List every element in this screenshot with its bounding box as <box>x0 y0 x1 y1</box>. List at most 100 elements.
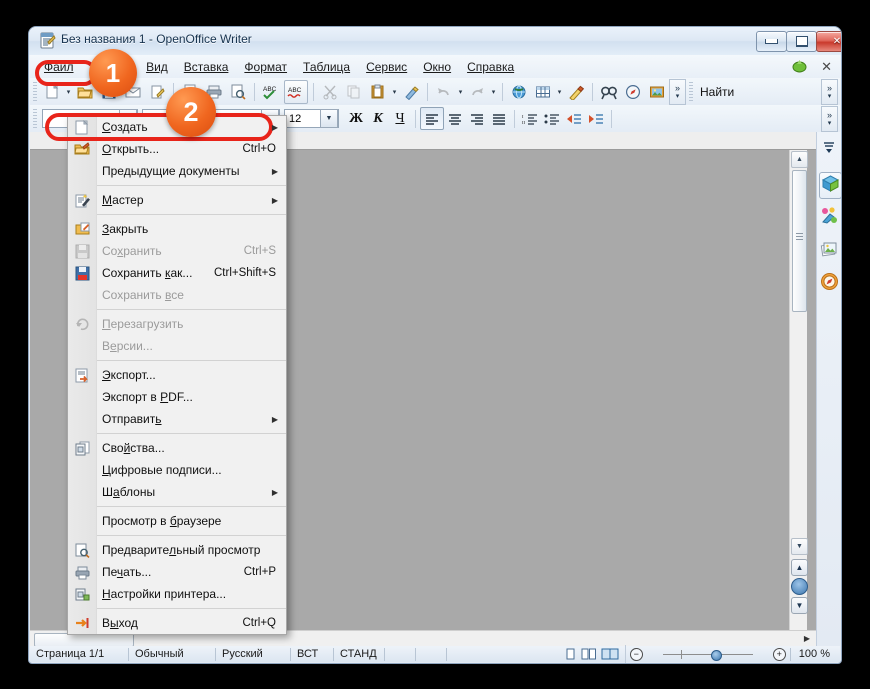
menu-item-recent-documents[interactable]: Предыдущие документы ▶ <box>68 160 286 182</box>
find-toolbar-label[interactable]: Найти <box>696 85 744 99</box>
menu-item-exit[interactable]: Выход Ctrl+Q <box>68 612 286 634</box>
vertical-scrollbar[interactable]: ▲ ▼ ▲ ▼ <box>789 150 808 630</box>
find-toolbar-overflow-button[interactable]: » ▾ <box>821 78 838 105</box>
navigator-icon[interactable] <box>622 81 644 103</box>
scroll-down-button[interactable]: ▼ <box>791 538 808 555</box>
sidebar-item-gallery-images[interactable] <box>819 238 840 263</box>
zoom-level-label[interactable]: 100 % <box>789 647 840 661</box>
zoom-slider-knob[interactable] <box>710 650 722 661</box>
table-icon[interactable] <box>532 81 554 103</box>
menu-item-print-preview[interactable]: Предваритeльный просмотр <box>68 539 286 561</box>
undo-dropdown-icon[interactable]: ▾ <box>456 81 465 103</box>
menu-item-print[interactable]: Печать... Ctrl+P <box>68 561 286 583</box>
menu-tools[interactable]: Сервис <box>358 57 415 77</box>
zoom-slider[interactable] <box>649 648 767 661</box>
autospellcheck-icon[interactable]: ABC <box>284 79 308 104</box>
previous-page-button[interactable]: ▲ <box>791 559 808 576</box>
redo-dropdown-icon[interactable]: ▾ <box>489 81 498 103</box>
sidebar-item-navigator[interactable] <box>819 271 840 296</box>
menu-item-export-pdf[interactable]: Экспорт в PDF... <box>68 386 286 408</box>
spellcheck-icon[interactable]: ABC <box>260 81 282 103</box>
status-modified <box>385 647 416 661</box>
minimize-button[interactable] <box>756 31 787 52</box>
single-page-view-icon[interactable] <box>564 648 577 660</box>
menu-item-open[interactable]: Открыть... Ctrl+O <box>68 138 286 160</box>
menu-insert[interactable]: Вставка <box>176 57 237 77</box>
menu-item-properties[interactable]: Свойства... <box>68 437 286 459</box>
chevron-down-icon[interactable]: ▼ <box>320 109 338 128</box>
maximize-button[interactable] <box>786 31 817 52</box>
menu-help[interactable]: Справка <box>459 57 522 77</box>
clone-formatting-icon[interactable] <box>400 81 422 103</box>
numbered-list-button[interactable]: I II <box>519 108 541 129</box>
sidebar-item-gallery-cube[interactable] <box>819 172 841 199</box>
find-replace-icon[interactable] <box>598 81 620 103</box>
edit-file-icon[interactable] <box>146 81 168 103</box>
sidebar-settings-icon[interactable] <box>821 140 837 154</box>
menu-table[interactable]: Таблица <box>295 57 358 77</box>
menu-format[interactable]: Формат <box>236 57 295 77</box>
menu-item-close[interactable]: Закрыть <box>68 218 286 240</box>
zoom-out-button[interactable]: − <box>629 647 643 661</box>
zoom-in-button[interactable]: + <box>772 647 786 661</box>
bold-button[interactable]: Ж <box>345 108 367 129</box>
horizontal-scrollbar-thumb[interactable] <box>34 633 134 647</box>
menu-format-label: Формат <box>244 59 288 74</box>
extension-green-icon[interactable] <box>791 58 808 75</box>
draw-functions-icon[interactable] <box>565 81 587 103</box>
hyperlink-icon[interactable] <box>508 81 530 103</box>
menu-item-save[interactable]: Сохранить Ctrl+S <box>68 240 286 262</box>
scroll-right-icon[interactable]: ▶ <box>804 634 810 643</box>
menu-item-preview-in-browser[interactable]: Просмотр в браузере <box>68 510 286 532</box>
decrease-indent-button[interactable] <box>563 108 585 129</box>
navigation-object-button[interactable] <box>791 578 808 595</box>
underline-button[interactable]: Ч <box>389 108 411 129</box>
undo-icon[interactable] <box>433 81 455 103</box>
scroll-up-button[interactable]: ▲ <box>791 151 808 168</box>
print-preview-icon[interactable] <box>227 81 249 103</box>
close-document-button[interactable]: ✕ <box>821 59 832 75</box>
status-selection-mode[interactable]: СТАНД <box>334 647 385 661</box>
menu-item-reload[interactable]: Перезагрузить <box>68 313 286 335</box>
formatting-toolbar-grip[interactable] <box>33 108 37 129</box>
screenshot-root: Без названия 1 - OpenOffice Writer × Фай… <box>0 0 870 689</box>
menu-item-export[interactable]: Экспорт... <box>68 364 286 386</box>
paste-dropdown-icon[interactable]: ▾ <box>390 81 399 103</box>
menu-item-save-all[interactable]: Сохранить все <box>68 284 286 306</box>
status-insert-mode[interactable]: ВСТ <box>291 647 334 661</box>
reload-icon <box>68 313 96 335</box>
menu-item-printer-settings[interactable]: Настройки принтера... <box>68 583 286 605</box>
toolbar-grip[interactable] <box>33 81 37 102</box>
align-center-button[interactable] <box>444 108 466 129</box>
menu-item-digital-signatures[interactable]: Цифровые подписи... <box>68 459 286 481</box>
cut-icon[interactable] <box>319 81 341 103</box>
font-size-combo[interactable]: 12 ▼ <box>284 109 339 128</box>
menu-item-wizards[interactable]: Мастер ▶ <box>68 189 286 211</box>
paste-icon[interactable] <box>367 81 389 103</box>
menu-view[interactable]: Вид <box>138 57 176 77</box>
gallery-icon[interactable] <box>646 81 668 103</box>
menu-window[interactable]: Окно <box>415 57 459 77</box>
menu-item-versions[interactable]: Версии... <box>68 335 286 357</box>
redo-icon[interactable] <box>466 81 488 103</box>
copy-icon[interactable] <box>343 81 365 103</box>
increase-indent-button[interactable] <box>585 108 607 129</box>
standard-toolbar-overflow-button[interactable]: » ▾ <box>669 78 686 105</box>
book-view-icon[interactable] <box>601 648 619 660</box>
align-left-button[interactable] <box>420 107 444 130</box>
sidebar-item-styles[interactable] <box>819 205 840 230</box>
align-right-button[interactable] <box>466 108 488 129</box>
vertical-scrollbar-thumb[interactable] <box>792 170 807 312</box>
bulleted-list-button[interactable] <box>541 108 563 129</box>
find-toolbar-grip[interactable] <box>689 81 693 102</box>
close-window-button[interactable]: × <box>816 31 841 52</box>
italic-button[interactable]: К <box>367 108 389 129</box>
table-dropdown-icon[interactable]: ▾ <box>555 81 564 103</box>
next-page-button[interactable]: ▼ <box>791 597 808 614</box>
formatting-toolbar-overflow-button[interactable]: » ▾ <box>821 105 838 132</box>
align-justify-button[interactable] <box>488 108 510 129</box>
menu-item-send[interactable]: Отправить ▶ <box>68 408 286 430</box>
two-page-view-icon[interactable] <box>581 648 597 660</box>
menu-item-templates[interactable]: Шаблоны ▶ <box>68 481 286 503</box>
menu-item-save-as[interactable]: Сохранить как... Ctrl+Shift+S <box>68 262 286 284</box>
